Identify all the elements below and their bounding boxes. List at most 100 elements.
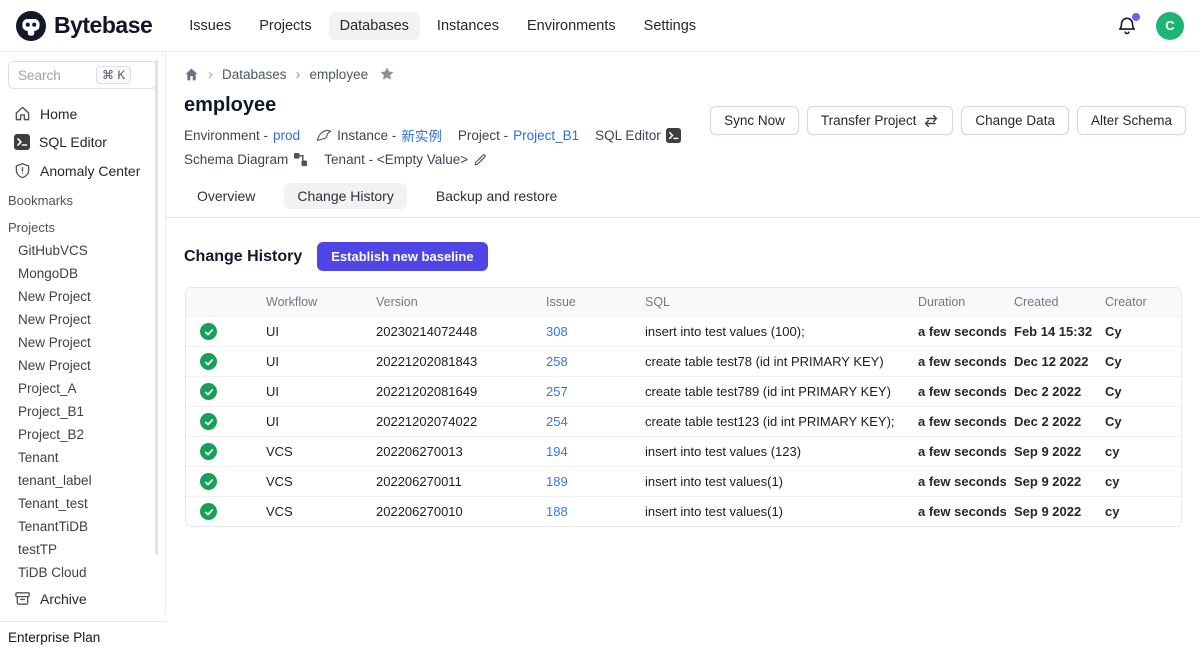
cell-created: Dec 2 2022 <box>1006 407 1097 437</box>
table-row[interactable]: VCS 202206270010 188 insert into test va… <box>186 497 1182 527</box>
search-input[interactable] <box>18 68 92 83</box>
success-check-icon <box>200 353 217 370</box>
cell-duration: a few seconds <box>910 407 1006 437</box>
brand[interactable]: Bytebase <box>16 11 152 41</box>
table-row[interactable]: VCS 202206270013 194 insert into test va… <box>186 437 1182 467</box>
meta-sql-editor[interactable]: SQL Editor <box>595 128 681 143</box>
cell-created: Dec 12 2022 <box>1006 347 1097 377</box>
issue-link[interactable]: 194 <box>546 444 568 459</box>
tab-backup-restore[interactable]: Backup and restore <box>423 183 570 209</box>
issue-link[interactable]: 189 <box>546 474 568 489</box>
sidebar-scrollbar[interactable] <box>155 60 158 555</box>
change-data-button[interactable]: Change Data <box>961 106 1069 135</box>
bytebase-logo-icon <box>16 11 46 41</box>
project-item[interactable]: GitHubVCS <box>0 239 165 262</box>
search-box[interactable]: ⌘ K <box>8 61 157 89</box>
issue-link[interactable]: 258 <box>546 354 568 369</box>
project-item[interactable]: New Project <box>0 308 165 331</box>
column-created: Created <box>1006 288 1097 317</box>
tabs: Overview Change History Backup and resto… <box>166 183 1200 218</box>
table-row[interactable]: UI 20221202074022 254 create table test1… <box>186 407 1182 437</box>
project-item[interactable]: Project_B1 <box>0 400 165 423</box>
breadcrumb-item-databases[interactable]: Databases <box>222 67 287 82</box>
instance-link[interactable]: 新实例 <box>401 125 442 145</box>
breadcrumb-home-icon[interactable] <box>184 67 199 82</box>
cell-sql: create table test78 (id int PRIMARY KEY) <box>637 347 910 377</box>
section-title: Change History <box>184 248 302 266</box>
cell-version: 20230214072448 <box>368 317 538 347</box>
column-creator: Creator <box>1097 288 1182 317</box>
cell-creator: Cy <box>1097 317 1182 347</box>
nav-item-projects[interactable]: Projects <box>248 12 322 40</box>
issue-link[interactable]: 257 <box>546 384 568 399</box>
nav-item-issues[interactable]: Issues <box>178 12 242 40</box>
sidebar-item-label: Anomaly Center <box>40 163 140 179</box>
cell-version: 202206270011 <box>368 467 538 497</box>
cell-created: Sep 9 2022 <box>1006 467 1097 497</box>
cell-duration: a few seconds <box>910 497 1006 527</box>
table-row[interactable]: UI 20221202081649 257 create table test7… <box>186 377 1182 407</box>
project-link[interactable]: Project_B1 <box>513 128 579 143</box>
cell-version: 20221202081649 <box>368 377 538 407</box>
issue-link[interactable]: 188 <box>546 504 568 519</box>
table-row[interactable]: UI 20230214072448 308 insert into test v… <box>186 317 1182 347</box>
tab-overview[interactable]: Overview <box>184 183 268 209</box>
column-version: Version <box>368 288 538 317</box>
project-item[interactable]: TiDB Cloud <box>0 561 165 584</box>
transfer-project-button[interactable]: Transfer Project <box>807 106 954 135</box>
sidebar: ⌘ K Home SQL Editor Anomaly Center Bookm… <box>0 52 166 613</box>
table-row[interactable]: VCS 202206270011 189 insert into test va… <box>186 467 1182 497</box>
sidebar-item-sql-editor[interactable]: SQL Editor <box>0 128 165 156</box>
success-check-icon <box>200 473 217 490</box>
project-item[interactable]: New Project <box>0 331 165 354</box>
sidebar-item-anomaly-center[interactable]: Anomaly Center <box>0 156 165 185</box>
chevron-right-icon: › <box>208 67 213 82</box>
nav-item-settings[interactable]: Settings <box>633 12 707 40</box>
issue-link[interactable]: 308 <box>546 324 568 339</box>
project-item[interactable]: Project_A <box>0 377 165 400</box>
meta-tenant: Tenant - <Empty Value> <box>324 152 487 167</box>
project-item[interactable]: testTP <box>0 538 165 561</box>
project-item[interactable]: Project_B2 <box>0 423 165 446</box>
meta-schema-diagram[interactable]: Schema Diagram <box>184 152 308 167</box>
cell-sql: insert into test values(1) <box>637 497 910 527</box>
user-avatar[interactable]: C <box>1156 12 1184 40</box>
issue-link[interactable]: 254 <box>546 414 568 429</box>
edit-pencil-icon[interactable] <box>473 153 487 167</box>
project-item[interactable]: Tenant <box>0 446 165 469</box>
notification-bell-icon[interactable] <box>1116 15 1138 37</box>
tab-change-history[interactable]: Change History <box>284 183 407 209</box>
alter-schema-button[interactable]: Alter Schema <box>1077 106 1186 135</box>
schema-diagram-icon <box>293 152 308 167</box>
nav-item-databases[interactable]: Databases <box>329 12 420 40</box>
cell-workflow: UI <box>258 377 368 407</box>
project-item[interactable]: Tenant_test <box>0 492 165 515</box>
table-row[interactable]: UI 20221202081843 258 create table test7… <box>186 347 1182 377</box>
bookmark-star-icon[interactable] <box>379 66 395 82</box>
project-item[interactable]: New Project <box>0 285 165 308</box>
project-item[interactable]: tenant_label <box>0 469 165 492</box>
project-item[interactable]: TenantTiDB <box>0 515 165 538</box>
home-icon <box>14 105 31 122</box>
environment-link[interactable]: prod <box>273 128 300 143</box>
project-item[interactable]: New Project <box>0 354 165 377</box>
cell-created: Sep 9 2022 <box>1006 437 1097 467</box>
breadcrumb-item-employee[interactable]: employee <box>310 67 369 82</box>
nav-item-environments[interactable]: Environments <box>516 12 627 40</box>
nav-item-instances[interactable]: Instances <box>426 12 510 40</box>
plan-label: Enterprise Plan <box>0 621 165 647</box>
mysql-dolphin-icon <box>316 128 332 142</box>
project-item[interactable]: MongoDB <box>0 262 165 285</box>
breadcrumb: › Databases › employee <box>166 52 1200 82</box>
cell-workflow: UI <box>258 347 368 377</box>
sync-now-button[interactable]: Sync Now <box>710 106 799 135</box>
sidebar-item-archive[interactable]: Archive <box>0 584 165 613</box>
establish-baseline-button[interactable]: Establish new baseline <box>317 242 487 271</box>
change-history-table: Workflow Version Issue SQL Duration Crea… <box>185 287 1182 527</box>
main-nav: Issues Projects Databases Instances Envi… <box>178 12 707 40</box>
tenant-label: Tenant - <Empty Value> <box>324 152 468 167</box>
transfer-arrows-icon <box>923 114 939 128</box>
cell-created: Feb 14 15:32 <box>1006 317 1097 347</box>
column-duration: Duration <box>910 288 1006 317</box>
sidebar-item-home[interactable]: Home <box>0 99 165 128</box>
